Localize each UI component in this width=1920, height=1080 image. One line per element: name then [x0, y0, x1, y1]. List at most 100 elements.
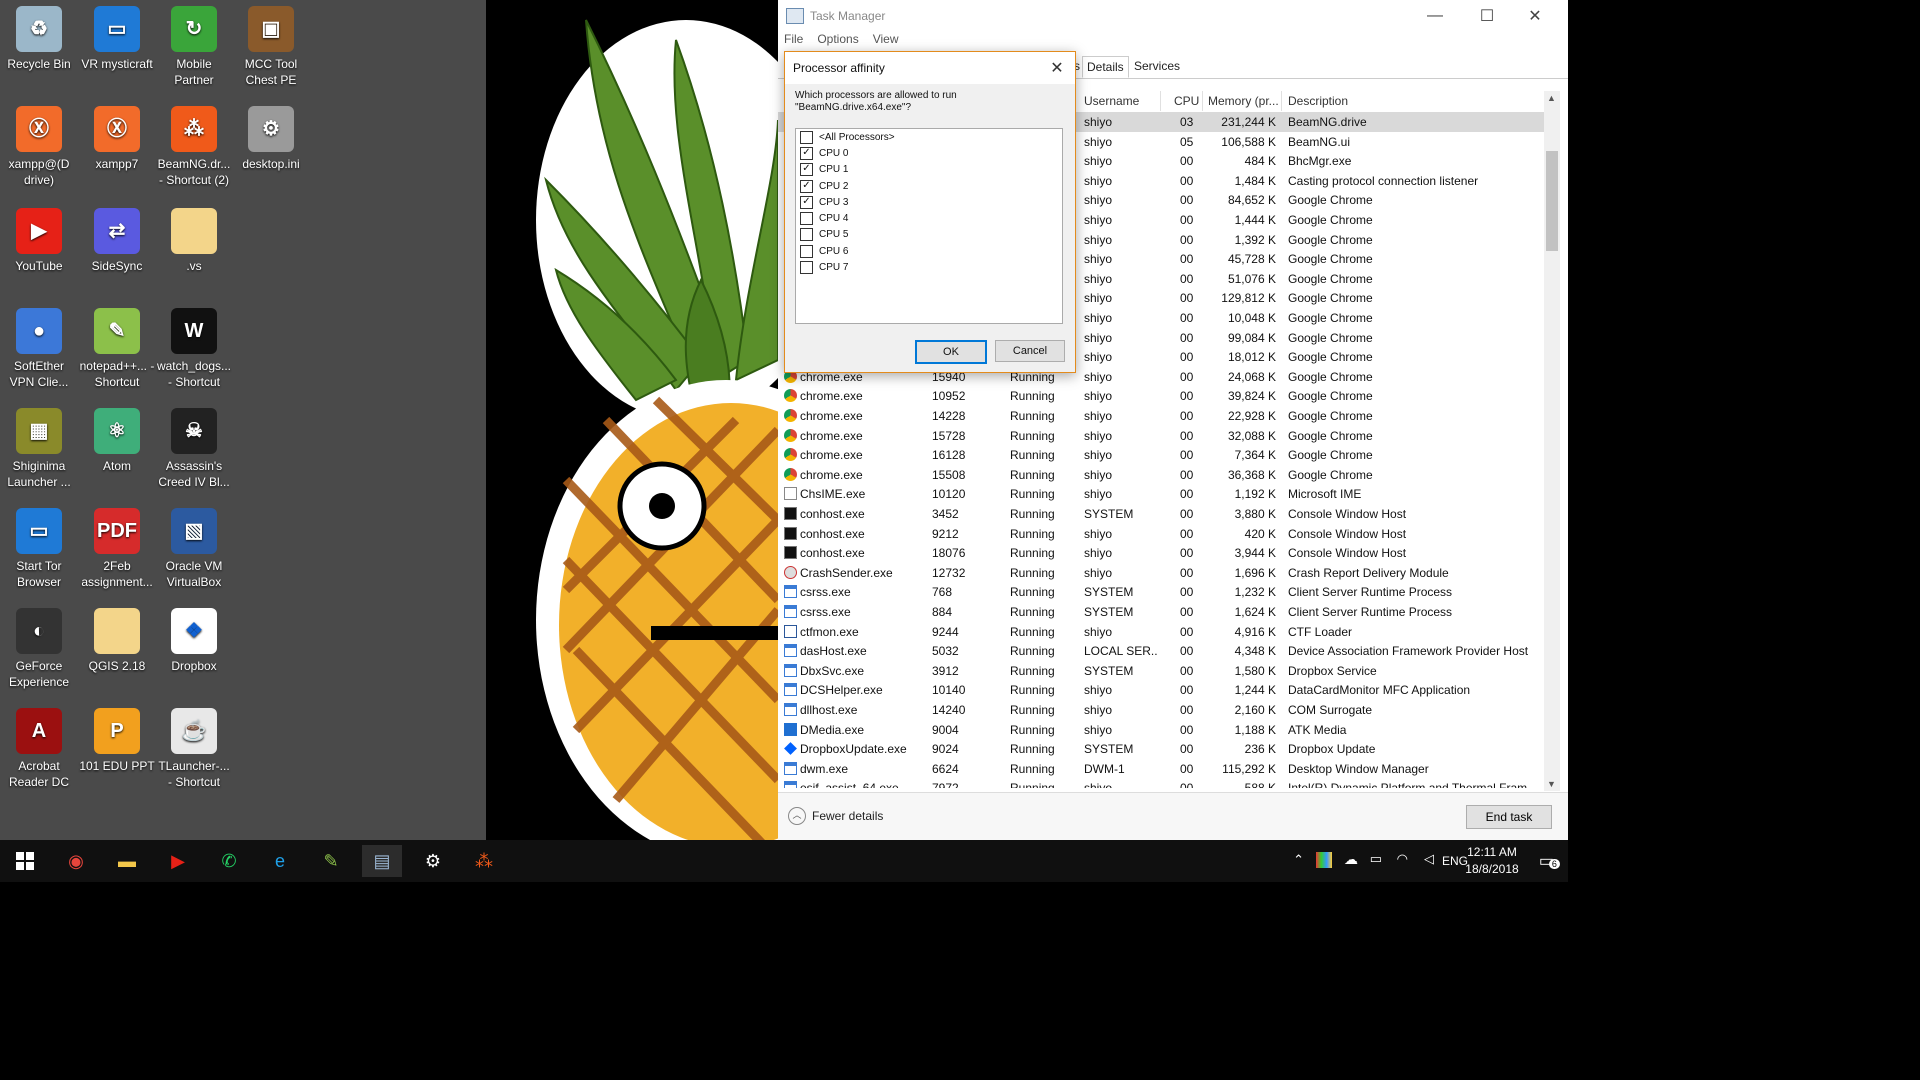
desktop-icon[interactable]: ⇄ SideSync	[78, 204, 156, 274]
vertical-scrollbar[interactable]: ▲ ▼	[1544, 91, 1560, 791]
processor-option[interactable]: ✓ CPU 3	[796, 194, 1062, 210]
desktop-icon[interactable]: ↻ Mobile Partner	[155, 2, 233, 88]
processor-option[interactable]: CPU 5	[796, 227, 1062, 243]
scroll-up-icon[interactable]: ▲	[1547, 93, 1556, 103]
desktop-icon[interactable]: Ⓧxampp@(D drive)	[0, 102, 78, 188]
taskbar-app-button[interactable]: e	[260, 845, 300, 877]
table-row[interactable]: conhost.exe 18076 Running shiyo 00 3,944 K Con…	[778, 543, 1544, 563]
desktop-icon[interactable]: ● SoftEther VPN Clie...	[0, 304, 78, 390]
desktop-icon[interactable]: ▭ VR mysticraft	[78, 2, 156, 72]
table-row[interactable]: dwm.exe 6624 Running DWM-1 00 115,292 K Deskto…	[778, 759, 1544, 779]
table-row[interactable]: esif_assist_64.exe 7972 Running shiyo 00 588 …	[778, 778, 1544, 788]
desktop-icon[interactable]: P 101 EDU PPT	[78, 704, 156, 774]
processor-option[interactable]: ✓ CPU 2	[796, 178, 1062, 194]
desktop-icon[interactable]: Ⓧxampp7	[78, 102, 156, 172]
desktop-icon[interactable]: ♻ Recycle Bin	[0, 2, 78, 72]
tab-services[interactable]: Services	[1130, 56, 1184, 76]
column-header-cpu[interactable]: CPU	[1174, 94, 1199, 108]
scroll-down-icon[interactable]: ▼	[1547, 779, 1556, 789]
tray-app-icon[interactable]	[1316, 852, 1332, 868]
processor-option[interactable]: <All Processors>	[796, 129, 1062, 145]
cloud-icon[interactable]: ☁	[1344, 851, 1358, 868]
checkbox-unchecked-icon[interactable]	[800, 130, 813, 144]
table-row[interactable]: chrome.exe 15508 Running shiyo 00 36,368 K Goo…	[778, 465, 1544, 485]
table-row[interactable]: csrss.exe 884 Running SYSTEM 00 1,624 K Client…	[778, 602, 1544, 622]
close-button[interactable]: ✕	[1512, 0, 1558, 32]
table-row[interactable]: chrome.exe 10952 Running shiyo 00 39,824 K Goo…	[778, 386, 1544, 406]
checkbox-unchecked-icon[interactable]	[800, 212, 813, 226]
taskbar-app-button[interactable]: ⁂	[464, 845, 504, 877]
menu-file[interactable]: File	[784, 32, 803, 52]
scrollbar-thumb[interactable]	[1546, 151, 1558, 251]
desktop-icon[interactable]: ☕ TLauncher-... - Shortcut	[155, 704, 233, 790]
desktop-icon[interactable]: .vs	[155, 204, 233, 274]
desktop-icon[interactable]: ▶ YouTube	[0, 204, 78, 274]
taskbar-app-button[interactable]: ▤	[362, 845, 402, 877]
processor-option[interactable]: ✓ CPU 0	[796, 145, 1062, 161]
menu-options[interactable]: Options	[817, 32, 858, 52]
desktop-icon[interactable]: ⚛ Atom	[78, 404, 156, 474]
processor-option[interactable]: CPU 7	[796, 259, 1062, 275]
desktop-icon[interactable]: Wwatch_dogs... - Shortcut	[155, 304, 233, 390]
ok-button[interactable]: OK	[915, 340, 987, 364]
table-row[interactable]: chrome.exe 15728 Running shiyo 00 32,088 K Goo…	[778, 426, 1544, 446]
maximize-button[interactable]: ☐	[1464, 0, 1510, 32]
table-row[interactable]: conhost.exe 3452 Running SYSTEM 00 3,880 K Con…	[778, 504, 1544, 524]
desktop-icon[interactable]: ☠ Assassin's Creed IV Bl...	[155, 404, 233, 490]
table-row[interactable]: DbxSvc.exe 3912 Running SYSTEM 00 1,580 K Drop…	[778, 661, 1544, 681]
dialog-close-button[interactable]: ✕	[1047, 58, 1067, 78]
desktop-icon[interactable]: ◐ GeForce Experience	[0, 604, 78, 690]
desktop-icon[interactable]: ▣ MCC Tool Chest PE	[232, 2, 310, 88]
desktop-icon[interactable]: ⁂ BeamNG.dr... - Shortcut (2)	[155, 102, 233, 188]
processor-option[interactable]: CPU 6	[796, 243, 1062, 259]
checkbox-checked-icon[interactable]: ✓	[800, 146, 813, 160]
checkbox-unchecked-icon[interactable]	[800, 244, 813, 258]
desktop-icon[interactable]: PDF 2Feb assignment...	[78, 504, 156, 590]
table-row[interactable]: csrss.exe 768 Running SYSTEM 00 1,232 K Client…	[778, 582, 1544, 602]
column-header-memory[interactable]: Memory (pr...	[1208, 94, 1279, 108]
wifi-icon[interactable]: ◠	[1397, 851, 1408, 867]
checkbox-unchecked-icon[interactable]	[800, 228, 813, 242]
desktop-icon[interactable]: QGIS 2.18	[78, 604, 156, 674]
chevron-up-icon[interactable]: ⌃	[1293, 852, 1304, 868]
desktop-icon[interactable]: A Acrobat Reader DC	[0, 704, 78, 790]
desktop-icon[interactable]: ✎ notepad++... - Shortcut	[78, 304, 156, 390]
chevron-up-icon[interactable]: ︿	[788, 807, 806, 825]
processor-option[interactable]: CPU 4	[796, 210, 1062, 226]
desktop-icon[interactable]: ❖ Dropbox	[155, 604, 233, 674]
clock[interactable]: 12:11 AM 18/8/2018	[1462, 844, 1522, 878]
table-row[interactable]: ChsIME.exe 10120 Running shiyo 00 1,192 K Micr…	[778, 484, 1544, 504]
minimize-button[interactable]: —	[1412, 0, 1458, 32]
checkbox-checked-icon[interactable]: ✓	[800, 163, 813, 177]
desktop-icon[interactable]: ▭ Start Tor Browser	[0, 504, 78, 590]
taskbar-app-button[interactable]: ✎	[311, 845, 351, 877]
tab-details[interactable]: Details	[1082, 56, 1129, 78]
table-row[interactable]: CrashSender.exe 12732 Running shiyo 00 1,696 …	[778, 563, 1544, 583]
table-row[interactable]: conhost.exe 9212 Running shiyo 00 420 K Consol…	[778, 524, 1544, 544]
taskbar-app-button[interactable]: ▶	[158, 845, 198, 877]
table-row[interactable]: DropboxUpdate.exe 9024 Running SYSTEM 00 236 …	[778, 739, 1544, 759]
volume-icon[interactable]: ◁	[1424, 851, 1434, 867]
table-row[interactable]: chrome.exe 14228 Running shiyo 00 22,928 K Goo…	[778, 406, 1544, 426]
start-button[interactable]	[5, 845, 45, 877]
table-row[interactable]: DCSHelper.exe 10140 Running shiyo 00 1,244 K D…	[778, 680, 1544, 700]
taskbar-app-button[interactable]: ◉	[56, 845, 96, 877]
table-row[interactable]: ctfmon.exe 9244 Running shiyo 00 4,916 K CTF L…	[778, 622, 1544, 642]
table-row[interactable]: chrome.exe 16128 Running shiyo 00 7,364 K Goog…	[778, 445, 1544, 465]
processor-option[interactable]: ✓ CPU 1	[796, 162, 1062, 178]
checkbox-checked-icon[interactable]: ✓	[800, 195, 813, 209]
table-row[interactable]: dllhost.exe 14240 Running shiyo 00 2,160 K COM…	[778, 700, 1544, 720]
action-center-button[interactable]: ▭ 6	[1539, 851, 1560, 871]
desktop-icon[interactable]: ▧ Oracle VM VirtualBox	[155, 504, 233, 590]
desktop-icon[interactable]: ▦ Shiginima Launcher ...	[0, 404, 78, 490]
battery-icon[interactable]: ▭	[1370, 851, 1382, 867]
table-row[interactable]: dasHost.exe 5032 Running LOCAL SER... 00 4,34…	[778, 641, 1544, 661]
taskbar-app-button[interactable]: ✆	[209, 845, 249, 877]
taskbar-app-button[interactable]: ⚙	[413, 845, 453, 877]
column-header-username[interactable]: Username	[1084, 94, 1139, 108]
menu-view[interactable]: View	[873, 32, 899, 52]
end-task-button[interactable]: End task	[1466, 805, 1552, 829]
taskbar-app-button[interactable]: ▬	[107, 845, 147, 877]
checkbox-unchecked-icon[interactable]	[800, 261, 813, 275]
cancel-button[interactable]: Cancel	[995, 340, 1065, 362]
